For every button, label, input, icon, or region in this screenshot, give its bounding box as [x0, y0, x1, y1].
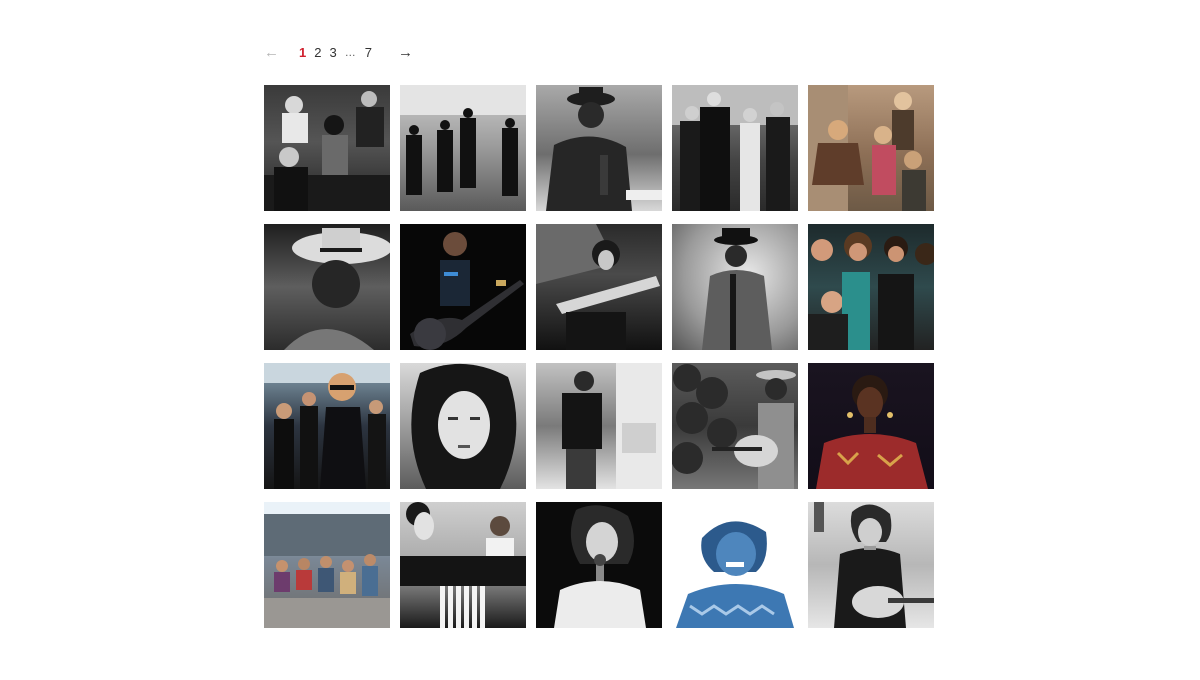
photo-05-image	[808, 85, 926, 211]
photo-18-image	[554, 505, 646, 628]
photo-tile-19[interactable]	[672, 502, 798, 628]
photo-tile-05[interactable]	[808, 85, 934, 211]
photo-03-image	[546, 87, 662, 211]
page-link-last[interactable]: 7	[365, 44, 372, 62]
photo-16-image	[264, 502, 390, 628]
photo-tile-18[interactable]	[536, 502, 662, 628]
photo-17-image	[400, 502, 526, 628]
page: ← 1 2 3 … 7 →	[0, 0, 1200, 680]
photo-04-image	[672, 85, 798, 211]
photo-13-image	[562, 363, 662, 489]
photo-15-image	[816, 375, 928, 489]
photo-tile-16[interactable]	[264, 502, 390, 628]
photo-tile-17[interactable]	[400, 502, 526, 628]
photo-09-image	[702, 228, 772, 350]
photo-01-image	[264, 91, 390, 211]
photo-tile-04[interactable]	[672, 85, 798, 211]
photo-12-image	[411, 363, 517, 489]
photo-02-image	[400, 85, 526, 196]
photo-19-image	[676, 521, 794, 628]
page-link-1[interactable]: 1	[299, 44, 306, 62]
photo-tile-09[interactable]	[672, 224, 798, 350]
photo-14-image	[672, 364, 796, 489]
photo-tile-03[interactable]	[536, 85, 662, 211]
photo-08-image	[536, 224, 660, 350]
photo-tile-06[interactable]	[264, 224, 390, 350]
photo-tile-13[interactable]	[536, 363, 662, 489]
photo-07-image	[410, 232, 524, 350]
page-link-3[interactable]: 3	[329, 44, 336, 62]
photo-tile-20[interactable]	[808, 502, 934, 628]
photo-tile-14[interactable]	[672, 363, 798, 489]
photo-tile-12[interactable]	[400, 363, 526, 489]
photo-tile-15[interactable]	[808, 363, 934, 489]
photo-tile-02[interactable]	[400, 85, 526, 211]
photo-tile-11[interactable]	[264, 363, 390, 489]
photo-tile-08[interactable]	[536, 224, 662, 350]
prev-page-arrow-icon: ←	[264, 44, 279, 61]
photo-10-image	[808, 232, 934, 350]
photo-06-image	[284, 228, 390, 350]
photo-grid	[264, 85, 934, 628]
photo-20-image	[814, 502, 934, 628]
photo-tile-10[interactable]	[808, 224, 934, 350]
photo-tile-01[interactable]	[264, 85, 390, 211]
pagination-ellipsis: …	[344, 47, 356, 59]
pagination: ← 1 2 3 … 7 →	[264, 44, 413, 62]
photo-11-image	[264, 363, 390, 489]
page-link-2[interactable]: 2	[314, 44, 321, 62]
photo-tile-07[interactable]	[400, 224, 526, 350]
next-page-arrow-icon[interactable]: →	[398, 44, 413, 62]
